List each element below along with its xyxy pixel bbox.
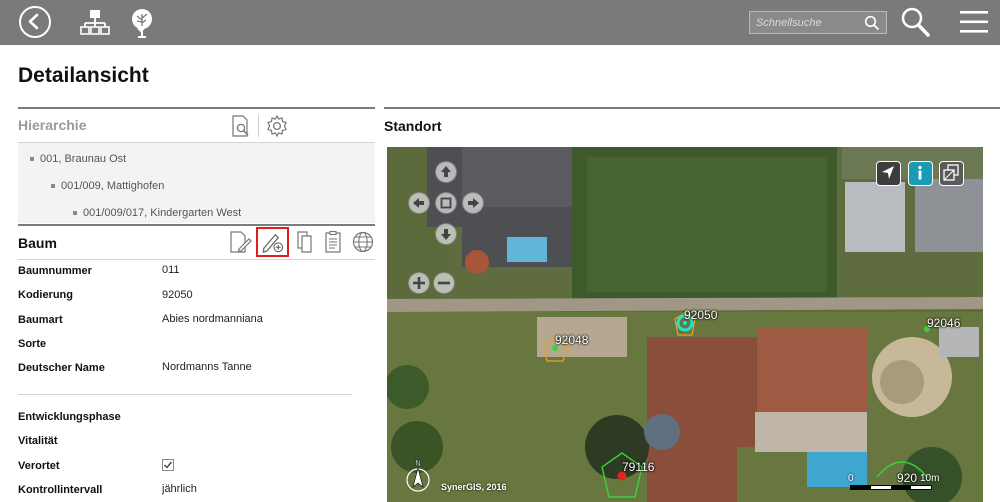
search-icon[interactable] xyxy=(864,15,880,31)
scale-bar xyxy=(850,485,932,490)
pan-right-button[interactable] xyxy=(462,192,484,214)
hierarchy-item[interactable]: 001, Braunau Ost xyxy=(30,153,126,165)
tree-marker-label[interactable]: 92046 xyxy=(927,316,960,330)
hierarchy-item[interactable]: 001/009, Mattighofen xyxy=(51,180,164,192)
field-label: Baumnummer xyxy=(18,265,92,277)
hierarchy-list: 001, Braunau Ost 001/009, Mattighofen 00… xyxy=(18,143,375,223)
field-label: Verortet xyxy=(18,460,60,472)
hierarchy-search-icon[interactable] xyxy=(228,113,254,139)
field-label: Vitalität xyxy=(18,435,58,447)
location-title: Standort xyxy=(384,118,442,134)
hierarchy-title: Hierarchie xyxy=(18,117,87,133)
field-value: 011 xyxy=(162,264,180,276)
map-copyright: SynerGIS, 2016 xyxy=(441,482,507,492)
divider xyxy=(18,107,375,109)
field-label: Sorte xyxy=(18,338,47,350)
top-bar xyxy=(0,0,1000,45)
divider xyxy=(18,394,352,395)
advanced-search-icon[interactable] xyxy=(900,5,932,39)
edit-icon[interactable] xyxy=(227,229,253,255)
pan-up-button[interactable] xyxy=(435,161,457,183)
divider xyxy=(18,259,375,260)
field-label: Deutscher Name xyxy=(18,362,105,374)
pan-down-button[interactable] xyxy=(435,223,457,245)
menu-icon[interactable] xyxy=(959,9,989,43)
field-label: Kontrollintervall xyxy=(18,484,103,496)
divider xyxy=(384,107,1000,109)
divider xyxy=(18,224,375,226)
north-arrow-icon: N xyxy=(404,457,432,495)
pan-center-button[interactable] xyxy=(435,192,457,214)
clipboard-icon[interactable] xyxy=(320,229,346,255)
tree-title: Baum xyxy=(18,235,57,251)
search-input[interactable] xyxy=(750,12,862,33)
tree-marker-label[interactable]: 92048 xyxy=(555,333,588,347)
page-title: Detailansicht xyxy=(18,64,149,87)
map-view[interactable]: 92050 92048 92046 79116 920 N SynerGIS, … xyxy=(387,147,983,502)
quick-search xyxy=(749,11,887,34)
field-label: Entwicklungsphase xyxy=(18,411,121,423)
field-label: Kodierung xyxy=(18,289,73,301)
layers-icon[interactable] xyxy=(939,161,964,186)
scale-start-label: 0 xyxy=(848,473,854,484)
settings-icon[interactable] xyxy=(264,113,290,139)
zoom-out-button[interactable] xyxy=(433,272,455,294)
field-label: Baumart xyxy=(18,314,63,326)
verortet-checkbox[interactable] xyxy=(162,459,174,471)
locate-icon[interactable] xyxy=(876,161,901,186)
copy-icon[interactable] xyxy=(292,229,318,255)
tree-marker-label[interactable]: 920 xyxy=(897,471,917,485)
north-label: N xyxy=(415,459,421,468)
field-value: 92050 xyxy=(162,289,193,301)
tree-marker-label[interactable]: 92050 xyxy=(684,308,717,322)
info-icon[interactable] xyxy=(908,161,933,186)
icon-separator xyxy=(258,115,259,137)
field-value: Abies nordmanniana xyxy=(162,313,263,325)
globe-icon[interactable] xyxy=(350,229,376,255)
tree-icon[interactable] xyxy=(127,6,157,40)
tree-marker-label[interactable]: 79116 xyxy=(622,460,654,474)
scale-end-label: 10m xyxy=(920,473,940,484)
back-icon[interactable] xyxy=(19,6,51,38)
hierarchy-item[interactable]: 001/009/017, Kindergarten West xyxy=(73,207,241,219)
field-value: Nordmanns Tanne xyxy=(162,361,252,373)
pan-left-button[interactable] xyxy=(408,192,430,214)
hierarchy-icon[interactable] xyxy=(80,6,110,40)
field-value: jährlich xyxy=(162,483,197,495)
zoom-in-button[interactable] xyxy=(408,272,430,294)
add-edit-button[interactable] xyxy=(256,227,289,257)
